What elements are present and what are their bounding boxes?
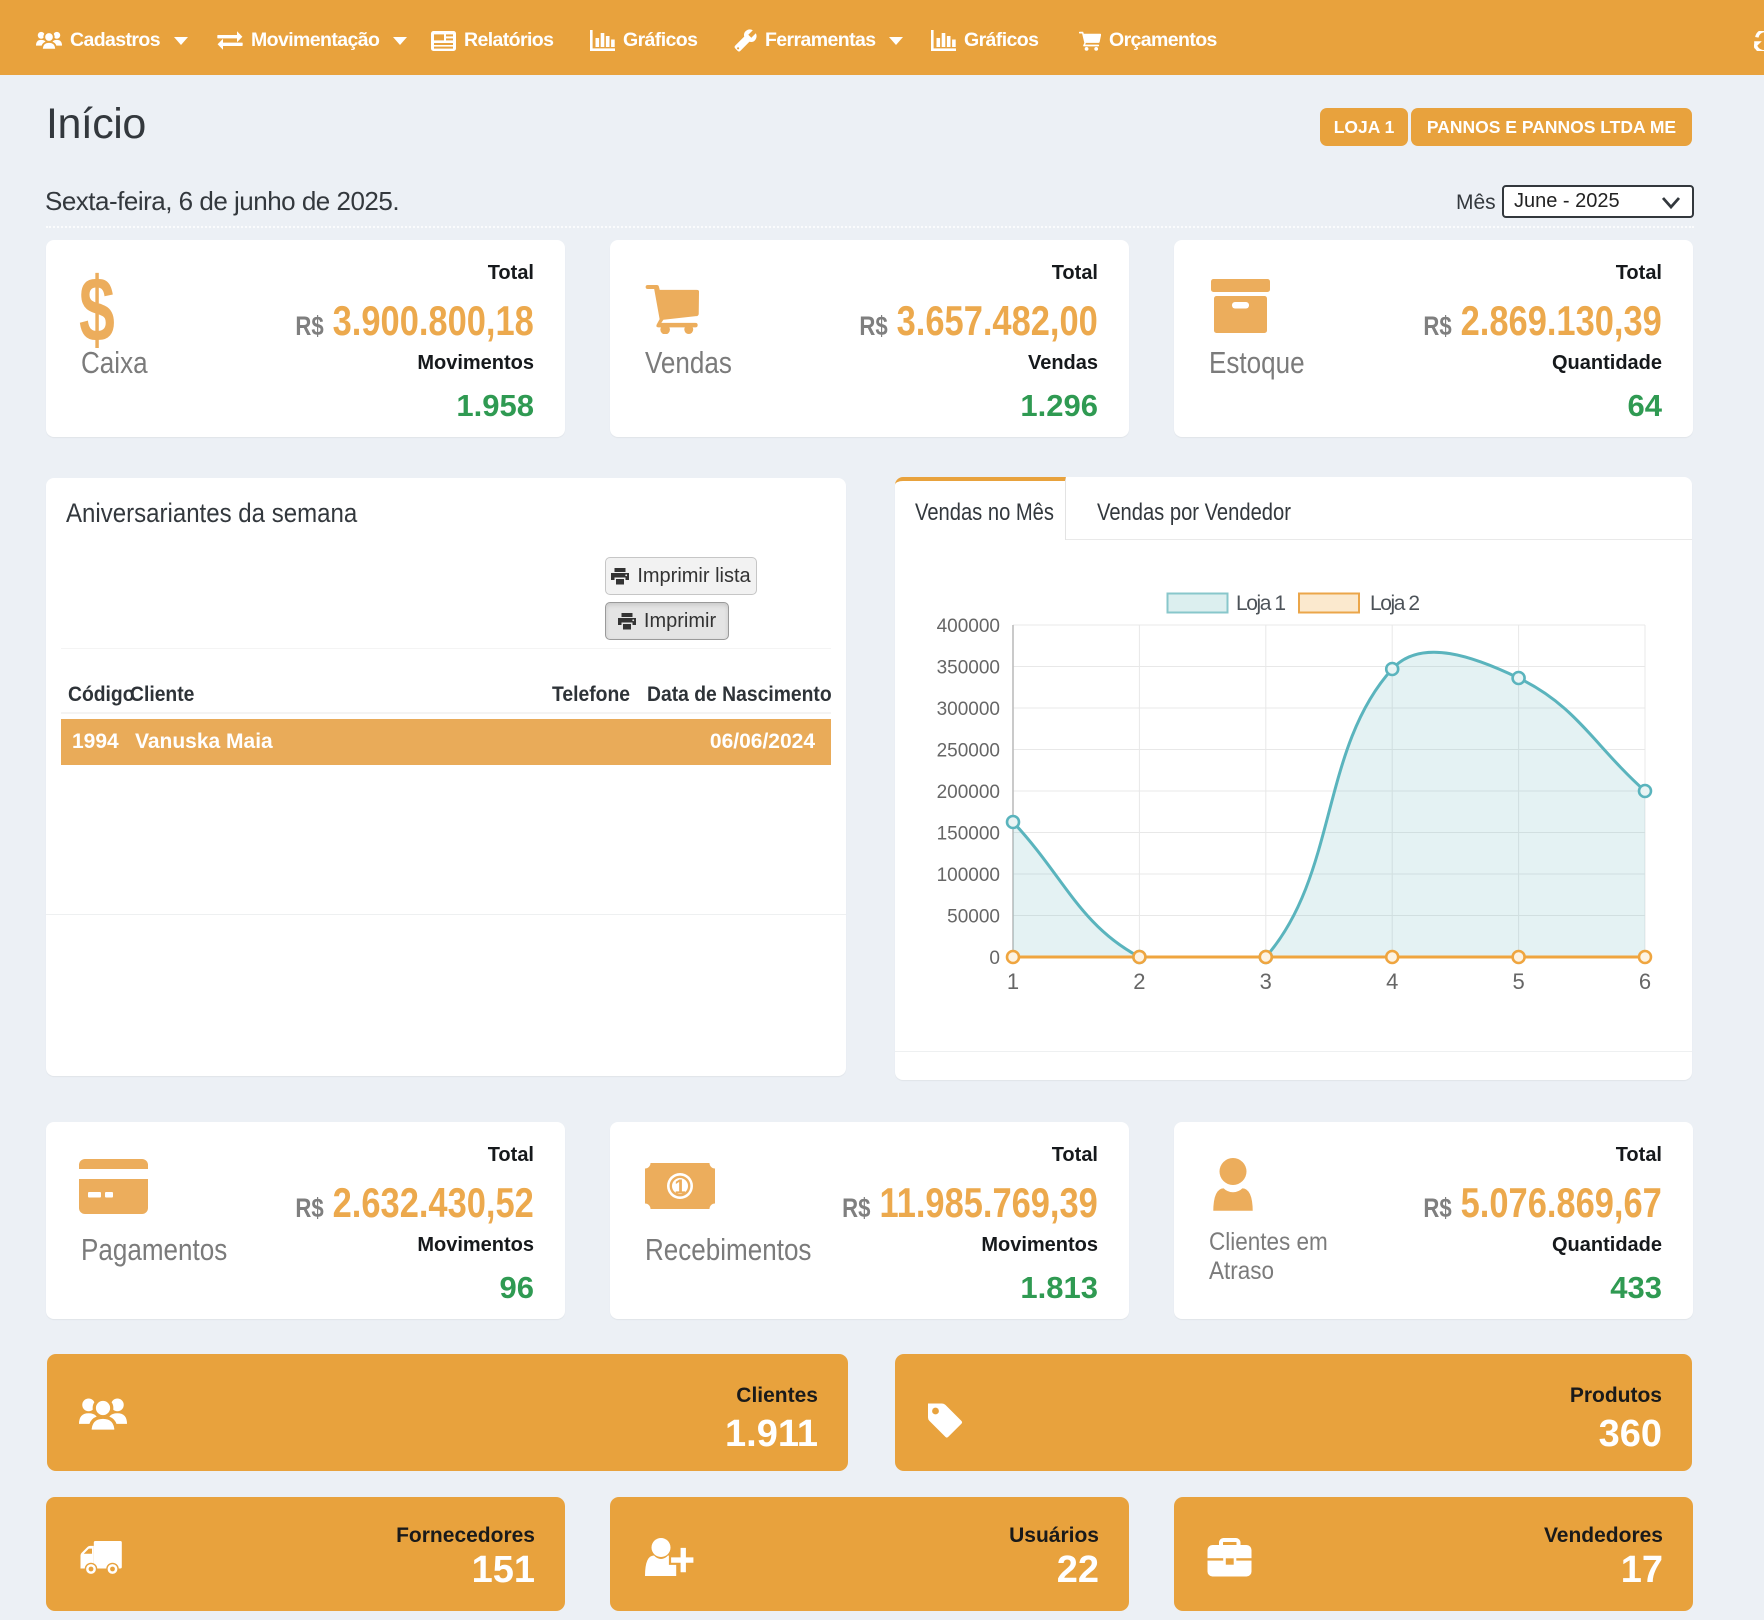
svg-text:5: 5 bbox=[1512, 969, 1524, 994]
svg-text:1: 1 bbox=[1007, 969, 1019, 994]
svg-text:400000: 400000 bbox=[937, 616, 1000, 637]
svg-text:1: 1 bbox=[674, 1177, 685, 1199]
svg-text:100000: 100000 bbox=[937, 865, 1000, 886]
svg-text:300000: 300000 bbox=[937, 699, 1000, 720]
svg-text:350000: 350000 bbox=[937, 658, 1000, 679]
svg-text:6: 6 bbox=[1639, 969, 1651, 994]
svg-text:150000: 150000 bbox=[937, 824, 1000, 845]
svg-text:200000: 200000 bbox=[937, 782, 1000, 803]
svg-text:Loja 2: Loja 2 bbox=[1370, 592, 1420, 615]
svg-text:3: 3 bbox=[1260, 969, 1272, 994]
svg-text:4: 4 bbox=[1386, 969, 1398, 994]
svg-text:2: 2 bbox=[1133, 969, 1145, 994]
svg-text:250000: 250000 bbox=[937, 741, 1000, 762]
svg-text:0: 0 bbox=[989, 948, 1000, 969]
svg-text:50000: 50000 bbox=[947, 907, 1000, 928]
svg-text:Loja 1: Loja 1 bbox=[1236, 592, 1286, 615]
